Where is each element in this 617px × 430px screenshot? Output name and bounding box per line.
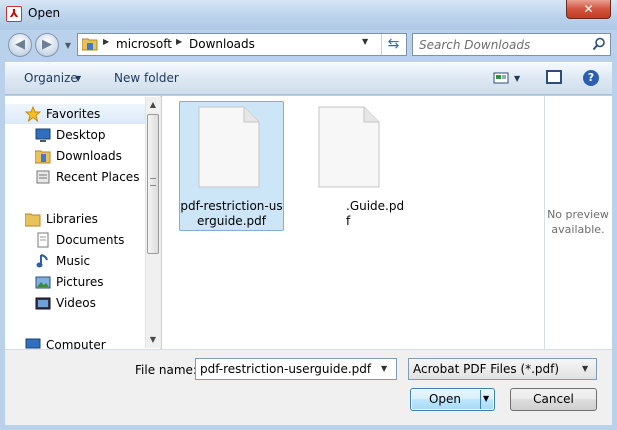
address-dropdown[interactable]: ▼	[362, 37, 368, 46]
refresh-icon: ⇆	[387, 36, 400, 52]
pdf-file-icon	[198, 106, 260, 188]
open-button-label[interactable]: Open	[410, 388, 480, 411]
back-arrow-icon: ◀	[15, 37, 25, 52]
nav-item-label: Downloads	[56, 149, 122, 163]
search-icon[interactable]	[592, 37, 606, 51]
desktop-icon	[35, 128, 51, 142]
search-input[interactable]	[413, 34, 588, 55]
nav-documents[interactable]: Documents	[5, 230, 145, 250]
file-name-line: erguide.pdf	[197, 214, 266, 228]
nav-item-label: Videos	[56, 296, 96, 310]
documents-icon	[37, 232, 49, 248]
videos-icon	[35, 297, 51, 310]
folder-icon	[82, 38, 98, 51]
file-name-label: File name:	[135, 363, 197, 377]
back-button[interactable]: ◀	[8, 33, 32, 57]
no-preview-line: available.	[551, 223, 605, 236]
no-preview-text: No preview available.	[544, 207, 612, 237]
view-icon[interactable]	[493, 70, 509, 86]
scroll-up-icon[interactable]: ▲	[145, 97, 161, 113]
nav-favorites-label: Favorites	[46, 107, 101, 121]
acrobat-icon: ⅄	[6, 6, 22, 22]
close-button[interactable]: ✕	[566, 0, 611, 19]
file-name-input[interactable]	[195, 358, 397, 380]
recent-locations-dropdown[interactable]: ▼	[62, 40, 74, 52]
nav-computer-label: Computer	[46, 338, 106, 349]
recent-places-icon	[36, 170, 50, 184]
file-type-select[interactable]: Acrobat PDF Files (*.pdf)	[408, 358, 597, 380]
downloads-folder-icon	[35, 150, 51, 164]
nav-desktop[interactable]: Desktop	[5, 125, 145, 145]
organize-button[interactable]: Organize	[24, 71, 78, 85]
file-name: .Guide.pd f	[346, 199, 426, 229]
breadcrumb-downloads[interactable]: Downloads	[189, 37, 255, 51]
nav-item-label: Recent Places	[56, 170, 140, 184]
no-preview-line: No preview	[547, 208, 609, 221]
forward-arrow-icon: ▶	[42, 37, 52, 52]
nav-downloads[interactable]: Downloads	[5, 146, 145, 166]
nav-recent-places[interactable]: Recent Places	[5, 167, 145, 187]
open-split-divider	[480, 390, 481, 409]
nav-libraries[interactable]: Libraries	[5, 209, 145, 229]
nav-videos[interactable]: Videos	[5, 293, 145, 313]
nav-item-label: Desktop	[56, 128, 106, 142]
scroll-down-icon[interactable]: ▼	[145, 332, 161, 348]
window-title: Open	[28, 6, 61, 20]
nav-music[interactable]: Music	[5, 251, 145, 271]
nav-computer[interactable]: Computer	[5, 335, 145, 349]
nav-pictures[interactable]: Pictures	[5, 272, 145, 292]
file-name-dropdown-icon[interactable]: ▼	[381, 364, 387, 373]
open-options-dropdown-icon[interactable]: ▼	[483, 394, 489, 403]
new-folder-button[interactable]: New folder	[114, 71, 179, 85]
file-type-dropdown-icon[interactable]: ▼	[582, 364, 588, 373]
star-icon	[25, 106, 41, 122]
file-name-line: f	[346, 214, 351, 228]
nav-item-label: Documents	[56, 233, 125, 247]
cancel-button[interactable]: Cancel	[510, 388, 597, 411]
nav-item-label: Music	[56, 254, 91, 268]
refresh-button[interactable]: ⇆	[381, 34, 405, 55]
nav-favorites[interactable]: Favorites	[5, 104, 145, 124]
command-bar	[5, 62, 612, 95]
title-bar	[0, 0, 617, 30]
organize-dropdown-icon[interactable]: ▼	[75, 74, 81, 83]
preview-pane-icon[interactable]	[546, 70, 562, 84]
file-name: pdf-restriction-us erguide.pdf	[179, 199, 284, 229]
file-name-line: pdf-restriction-us	[180, 199, 283, 213]
pdf-file-icon	[318, 106, 380, 188]
close-icon: ✕	[583, 2, 594, 16]
breadcrumb-microsoft[interactable]: microsoft	[116, 37, 172, 51]
nav-libraries-label: Libraries	[46, 212, 98, 226]
file-name-line: .Guide.pd	[346, 199, 405, 213]
crumb-separator-icon[interactable]: ▶	[176, 37, 182, 46]
music-icon	[36, 254, 48, 268]
nav-item-label: Pictures	[56, 275, 104, 289]
forward-button[interactable]: ▶	[35, 33, 59, 57]
computer-icon	[25, 338, 41, 349]
view-dropdown-icon[interactable]: ▼	[514, 74, 520, 83]
pictures-icon	[35, 276, 51, 289]
help-icon[interactable]: ?	[583, 70, 599, 86]
scroll-grip-icon	[150, 178, 156, 186]
crumb-separator-icon[interactable]: ▶	[103, 37, 109, 46]
libraries-icon	[25, 213, 41, 227]
